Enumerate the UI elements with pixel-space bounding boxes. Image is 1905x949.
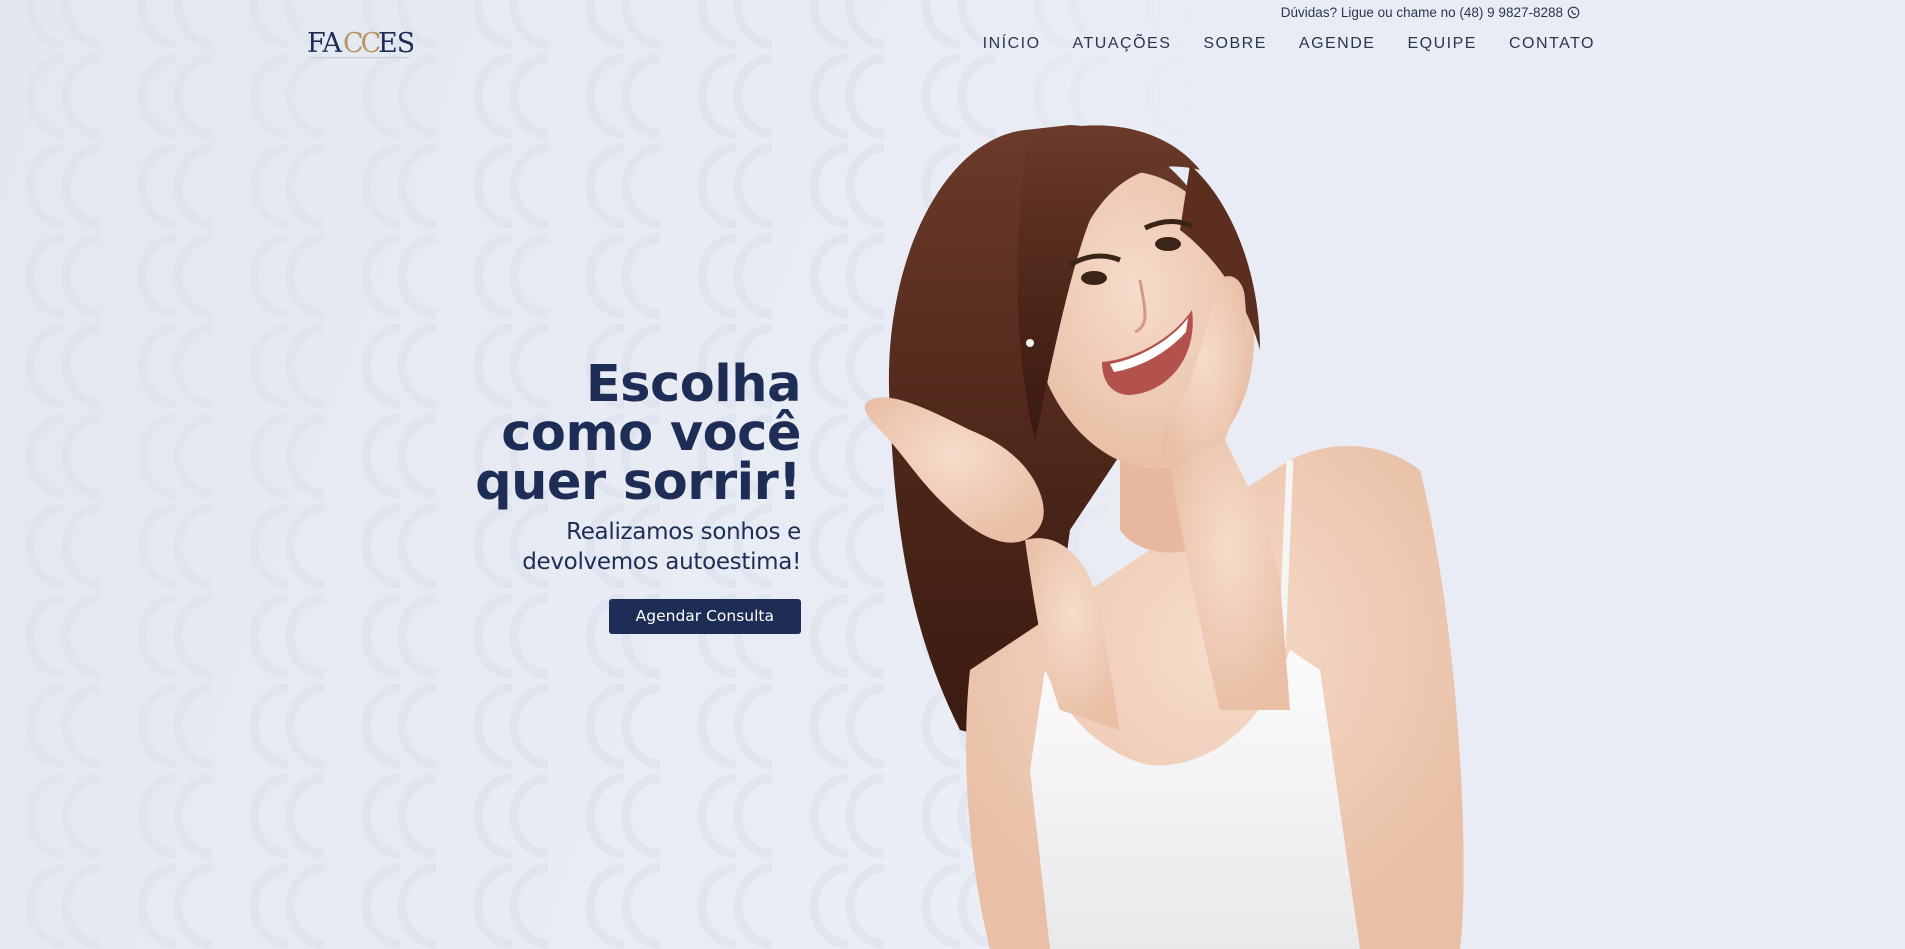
- hero-headline: Escolha como você quer sorrir!: [281, 355, 802, 512]
- nav-item-atuacoes[interactable]: ATUAÇÕES: [1073, 35, 1172, 53]
- smiling-woman-photo: [864, 125, 1464, 949]
- top-contact-bar[interactable]: Dúvidas? Ligue ou chame no (48) 9 9827-8…: [1281, 5, 1580, 20]
- schedule-appointment-button[interactable]: Agendar Consulta: [608, 599, 801, 634]
- nav-item-inicio[interactable]: INÍCIO: [983, 35, 1041, 53]
- headline-line-1: Escolha: [585, 355, 802, 414]
- svg-text:FA: FA: [307, 28, 342, 59]
- hero-text-block: Escolha como você quer sorrir! Realizamo…: [281, 355, 802, 634]
- nav-item-agende[interactable]: AGENDE: [1299, 35, 1376, 53]
- svg-text:CC: CC: [343, 28, 381, 59]
- headline-line-3: quer sorrir!: [475, 453, 801, 512]
- subline-line-2: devolvemos autoestima!: [522, 549, 801, 575]
- nav-item-sobre[interactable]: SOBRE: [1203, 35, 1267, 53]
- main-nav: INÍCIO ATUAÇÕES SOBRE AGENDE EQUIPE CONT…: [983, 35, 1595, 53]
- hero-subline: Realizamos sonhos e devolvemos autoestim…: [281, 517, 801, 577]
- whatsapp-icon[interactable]: [1567, 6, 1580, 19]
- nav-item-contato[interactable]: CONTATO: [1509, 35, 1595, 53]
- contact-text: Dúvidas? Ligue ou chame no (48) 9 9827-8…: [1280, 5, 1563, 20]
- svg-text:ES: ES: [378, 28, 413, 59]
- facces-logo[interactable]: FA CC ES: [307, 26, 413, 62]
- nav-item-equipe[interactable]: EQUIPE: [1407, 35, 1476, 53]
- headline-line-2: como você: [501, 404, 801, 463]
- subline-line-1: Realizamos sonhos e: [566, 519, 801, 545]
